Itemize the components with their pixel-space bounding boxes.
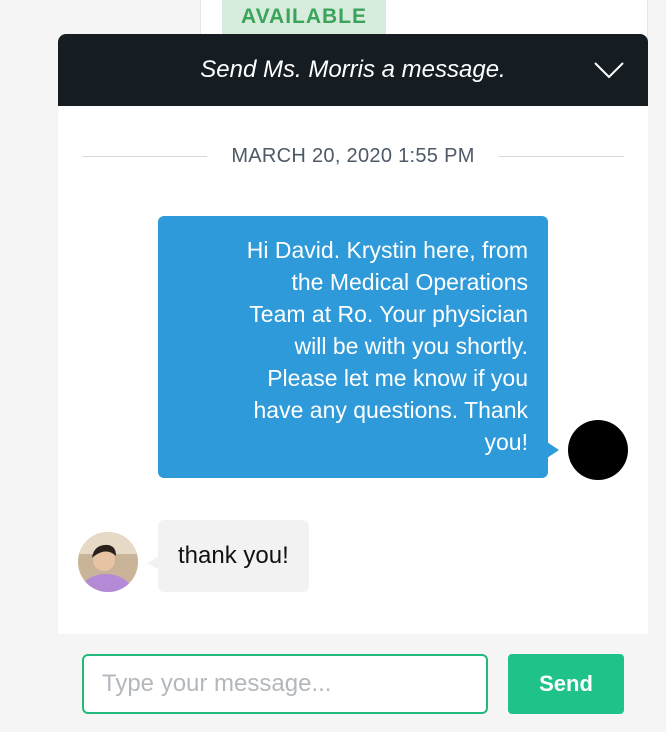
message-timestamp-divider: MARCH 20, 2020 1:55 PM xyxy=(82,144,625,168)
divider-line xyxy=(82,155,208,157)
chat-header: Send Ms. Morris a message. xyxy=(58,34,648,106)
message-input[interactable] xyxy=(82,654,488,714)
user-message-text: thank you! xyxy=(178,542,289,569)
send-button[interactable]: Send xyxy=(508,654,624,714)
message-line: the Medical Operations xyxy=(291,269,528,295)
message-timestamp: MARCH 20, 2020 1:55 PM xyxy=(231,144,475,167)
collapse-chat-button[interactable] xyxy=(592,56,626,84)
message-line: have any questions. Thank xyxy=(253,397,528,423)
user-photo-icon xyxy=(78,532,138,592)
agent-message-bubble: Hi David. Krystin here, from the Medical… xyxy=(158,216,559,478)
chat-window: Send Ms. Morris a message. MARCH 20, 202… xyxy=(58,34,648,634)
message-line: Hi David. Krystin here, from xyxy=(246,237,528,263)
user-avatar xyxy=(78,532,138,592)
message-line: you! xyxy=(484,429,528,455)
user-message-bubble: thank you! xyxy=(147,520,309,592)
chat-title: Send Ms. Morris a message. xyxy=(200,56,506,83)
message-line: Team at Ro. Your physician xyxy=(249,301,528,327)
chevron-down-icon xyxy=(594,62,624,79)
agent-avatar xyxy=(568,420,628,480)
message-line: will be with you shortly. xyxy=(294,333,529,359)
message-line: Please let me know if you xyxy=(267,365,528,391)
divider-line xyxy=(498,155,625,157)
page: AVAILABLE Send Ms. Morris a message. MAR… xyxy=(0,0,666,732)
